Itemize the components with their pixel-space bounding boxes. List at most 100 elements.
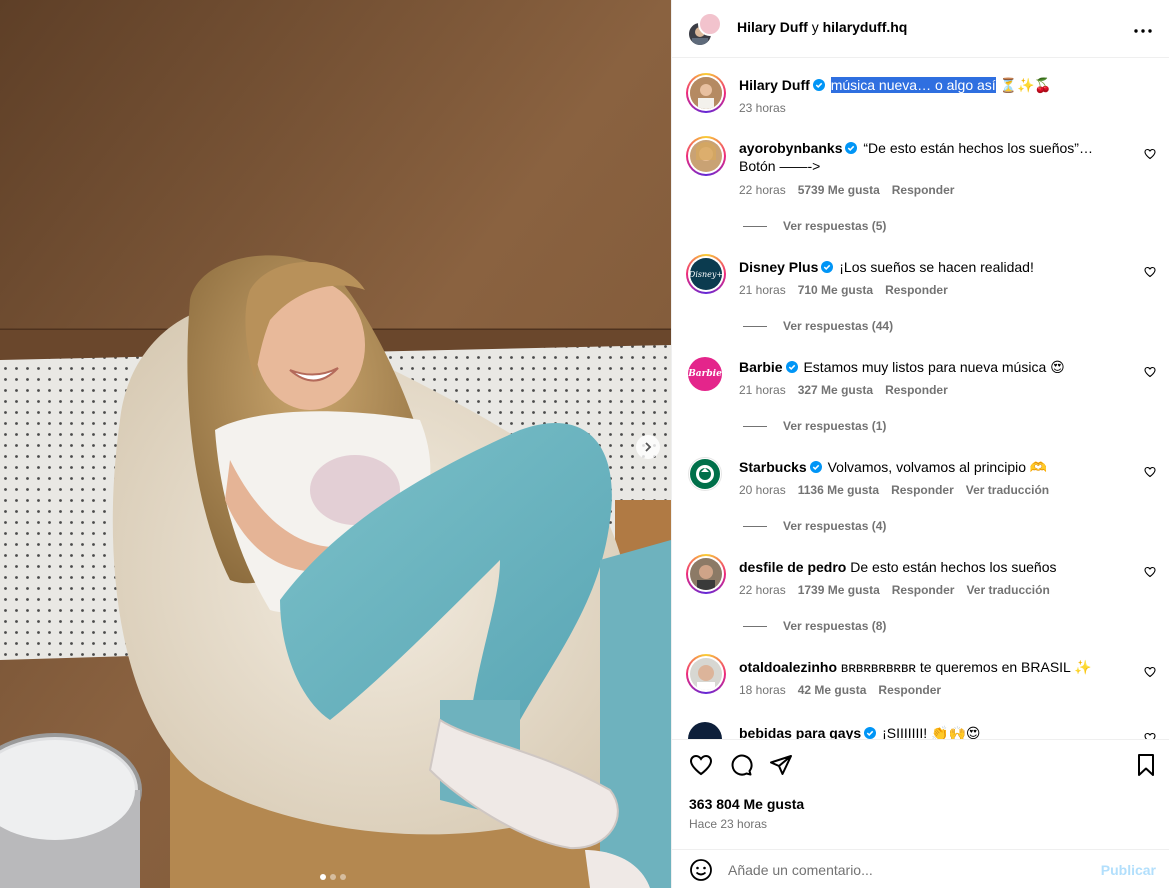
- comment-time[interactable]: 20 horas: [739, 483, 786, 497]
- comment-meta: 20 horas 1136 Me gusta Responder Ver tra…: [739, 483, 1049, 497]
- comment-likes[interactable]: 327 Me gusta: [798, 383, 873, 397]
- disney-plus-logo: Disney+: [690, 269, 722, 279]
- comment-meta: 18 horas 42 Me gusta Responder: [739, 683, 941, 697]
- story-ring[interactable]: [686, 73, 726, 113]
- comment-time[interactable]: 22 horas: [739, 183, 786, 197]
- comment-item: ayorobynbanks “De esto están hechos los …: [686, 136, 1156, 236]
- heart-icon[interactable]: [689, 753, 713, 777]
- post-sidebar: Hilary Duff y hilaryduff.hq Hilary Duff …: [671, 0, 1169, 888]
- post-comment-button[interactable]: Publicar: [1101, 862, 1156, 878]
- comment-username[interactable]: desfile de pedro: [739, 559, 846, 575]
- avatar: [690, 77, 722, 109]
- comment-username[interactable]: otaldoalezinho: [739, 659, 837, 675]
- comment-meta: 21 horas 327 Me gusta Responder: [739, 383, 948, 397]
- heart-icon[interactable]: [1144, 266, 1156, 278]
- barbie-avatar[interactable]: Barbie: [688, 357, 722, 391]
- post-author[interactable]: Hilary Duff y hilaryduff.hq: [737, 19, 907, 35]
- story-ring[interactable]: [686, 136, 726, 176]
- heart-icon[interactable]: [1144, 666, 1156, 678]
- author-name[interactable]: Hilary Duff: [737, 19, 808, 35]
- heart-icon[interactable]: [1144, 148, 1156, 160]
- heart-icon[interactable]: [1144, 566, 1156, 578]
- view-replies-label: Ver respuestas (1): [783, 419, 887, 433]
- heart-icon[interactable]: [1144, 732, 1156, 739]
- verified-badge-icon: [864, 727, 877, 739]
- view-replies-button[interactable]: Ver respuestas (8): [743, 619, 886, 633]
- post-header: Hilary Duff y hilaryduff.hq: [672, 0, 1169, 58]
- comment-likes[interactable]: 5739 Me gusta: [798, 183, 880, 197]
- avatar[interactable]: [688, 722, 722, 739]
- comment-meta: 22 horas 5739 Me gusta Responder: [739, 183, 954, 197]
- comment-text: ayorobynbanks “De esto están hechos los …: [739, 139, 1129, 175]
- view-replies-label: Ver respuestas (44): [783, 319, 894, 333]
- collab-name[interactable]: hilaryduff.hq: [823, 19, 908, 35]
- comment-username[interactable]: ayorobynbanks: [739, 140, 842, 156]
- comment-text: Disney Plus ¡Los sueños se hacen realida…: [739, 258, 1129, 276]
- caption-emojis: ⏳✨🍒: [999, 77, 1052, 93]
- reply-button[interactable]: Responder: [878, 683, 941, 697]
- barbie-logo: Barbie: [688, 369, 722, 379]
- starbucks-avatar[interactable]: [688, 457, 722, 491]
- comment-text: Barbie Estamos muy listos para nueva mús…: [739, 358, 1129, 376]
- caption-time[interactable]: 23 horas: [739, 101, 786, 115]
- send-icon[interactable]: [769, 753, 793, 777]
- more-horizontal-icon: [1134, 29, 1152, 33]
- comment-username[interactable]: Barbie: [739, 359, 783, 375]
- translate-button[interactable]: Ver traducción: [966, 483, 1049, 497]
- comment-likes[interactable]: 710 Me gusta: [798, 283, 873, 297]
- likes-count[interactable]: 363 804 Me gusta: [689, 796, 804, 812]
- story-ring[interactable]: Disney+: [686, 254, 726, 294]
- comment-input[interactable]: [728, 859, 1088, 881]
- comment-item: Starbucks Volvamos, volvamos al principi…: [686, 454, 1156, 534]
- reply-button[interactable]: Responder: [885, 383, 948, 397]
- verified-badge-icon: [821, 261, 834, 273]
- comment-time[interactable]: 21 horas: [739, 383, 786, 397]
- reply-button[interactable]: Responder: [885, 283, 948, 297]
- carousel-next-button[interactable]: [636, 435, 660, 459]
- bookmark-icon[interactable]: [1134, 753, 1158, 777]
- comment-likes[interactable]: 1136 Me gusta: [798, 483, 879, 497]
- story-ring[interactable]: [686, 554, 726, 594]
- comment-time[interactable]: 21 horas: [739, 283, 786, 297]
- comment-time[interactable]: 18 horas: [739, 683, 786, 697]
- comments-list[interactable]: Hilary Duff música nueva… o algo así ⏳✨🍒…: [672, 59, 1169, 739]
- comment-likes[interactable]: 1739 Me gusta: [798, 583, 880, 597]
- view-replies-button[interactable]: Ver respuestas (1): [743, 419, 886, 433]
- post-media[interactable]: [0, 0, 671, 888]
- avatar: [690, 658, 722, 690]
- post-caption: Hilary Duff música nueva… o algo así ⏳✨🍒…: [686, 73, 1156, 121]
- caption-username[interactable]: Hilary Duff: [739, 77, 810, 93]
- more-options-button[interactable]: [1134, 20, 1152, 34]
- emoji-icon[interactable]: [689, 858, 713, 882]
- view-replies-button[interactable]: Ver respuestas (5): [743, 219, 886, 233]
- comment-icon[interactable]: [729, 753, 753, 777]
- collab-avatar[interactable]: [687, 12, 723, 48]
- comment-body: De esto están hechos los sueños: [850, 559, 1057, 575]
- comment-body: Estamos muy listos para nueva música 😍: [803, 359, 1065, 375]
- translate-button[interactable]: Ver traducción: [966, 583, 1049, 597]
- replies-divider: [743, 425, 767, 427]
- view-replies-button[interactable]: Ver respuestas (4): [743, 519, 886, 533]
- carousel-dot: [340, 874, 346, 880]
- comment-body: ¡SIIIIIII! 👏🙌😍: [882, 725, 981, 739]
- comment-username[interactable]: Starbucks: [739, 459, 807, 475]
- carousel-indicator: [320, 874, 346, 880]
- comment-item: Disney+ Disney Plus ¡Los sueños se hacen…: [686, 254, 1156, 334]
- comment-likes[interactable]: 42 Me gusta: [798, 683, 867, 697]
- comment-time[interactable]: 22 horas: [739, 583, 786, 597]
- heart-icon[interactable]: [1144, 366, 1156, 378]
- reply-button[interactable]: Responder: [892, 583, 955, 597]
- comment-text: bebidas para gays ¡SIIIIIII! 👏🙌😍: [739, 724, 1129, 739]
- reply-button[interactable]: Responder: [891, 483, 954, 497]
- disney-plus-avatar: Disney+: [690, 258, 722, 290]
- story-ring[interactable]: [686, 654, 726, 694]
- avatar: [690, 140, 722, 172]
- reply-button[interactable]: Responder: [892, 183, 955, 197]
- post-timestamp[interactable]: Hace 23 horas: [689, 817, 767, 831]
- comment-username[interactable]: Disney Plus: [739, 259, 818, 275]
- view-replies-button[interactable]: Ver respuestas (44): [743, 319, 893, 333]
- heart-icon[interactable]: [1144, 466, 1156, 478]
- comment-username[interactable]: bebidas para gays: [739, 725, 861, 739]
- starbucks-logo: [690, 459, 720, 489]
- replies-divider: [743, 525, 767, 527]
